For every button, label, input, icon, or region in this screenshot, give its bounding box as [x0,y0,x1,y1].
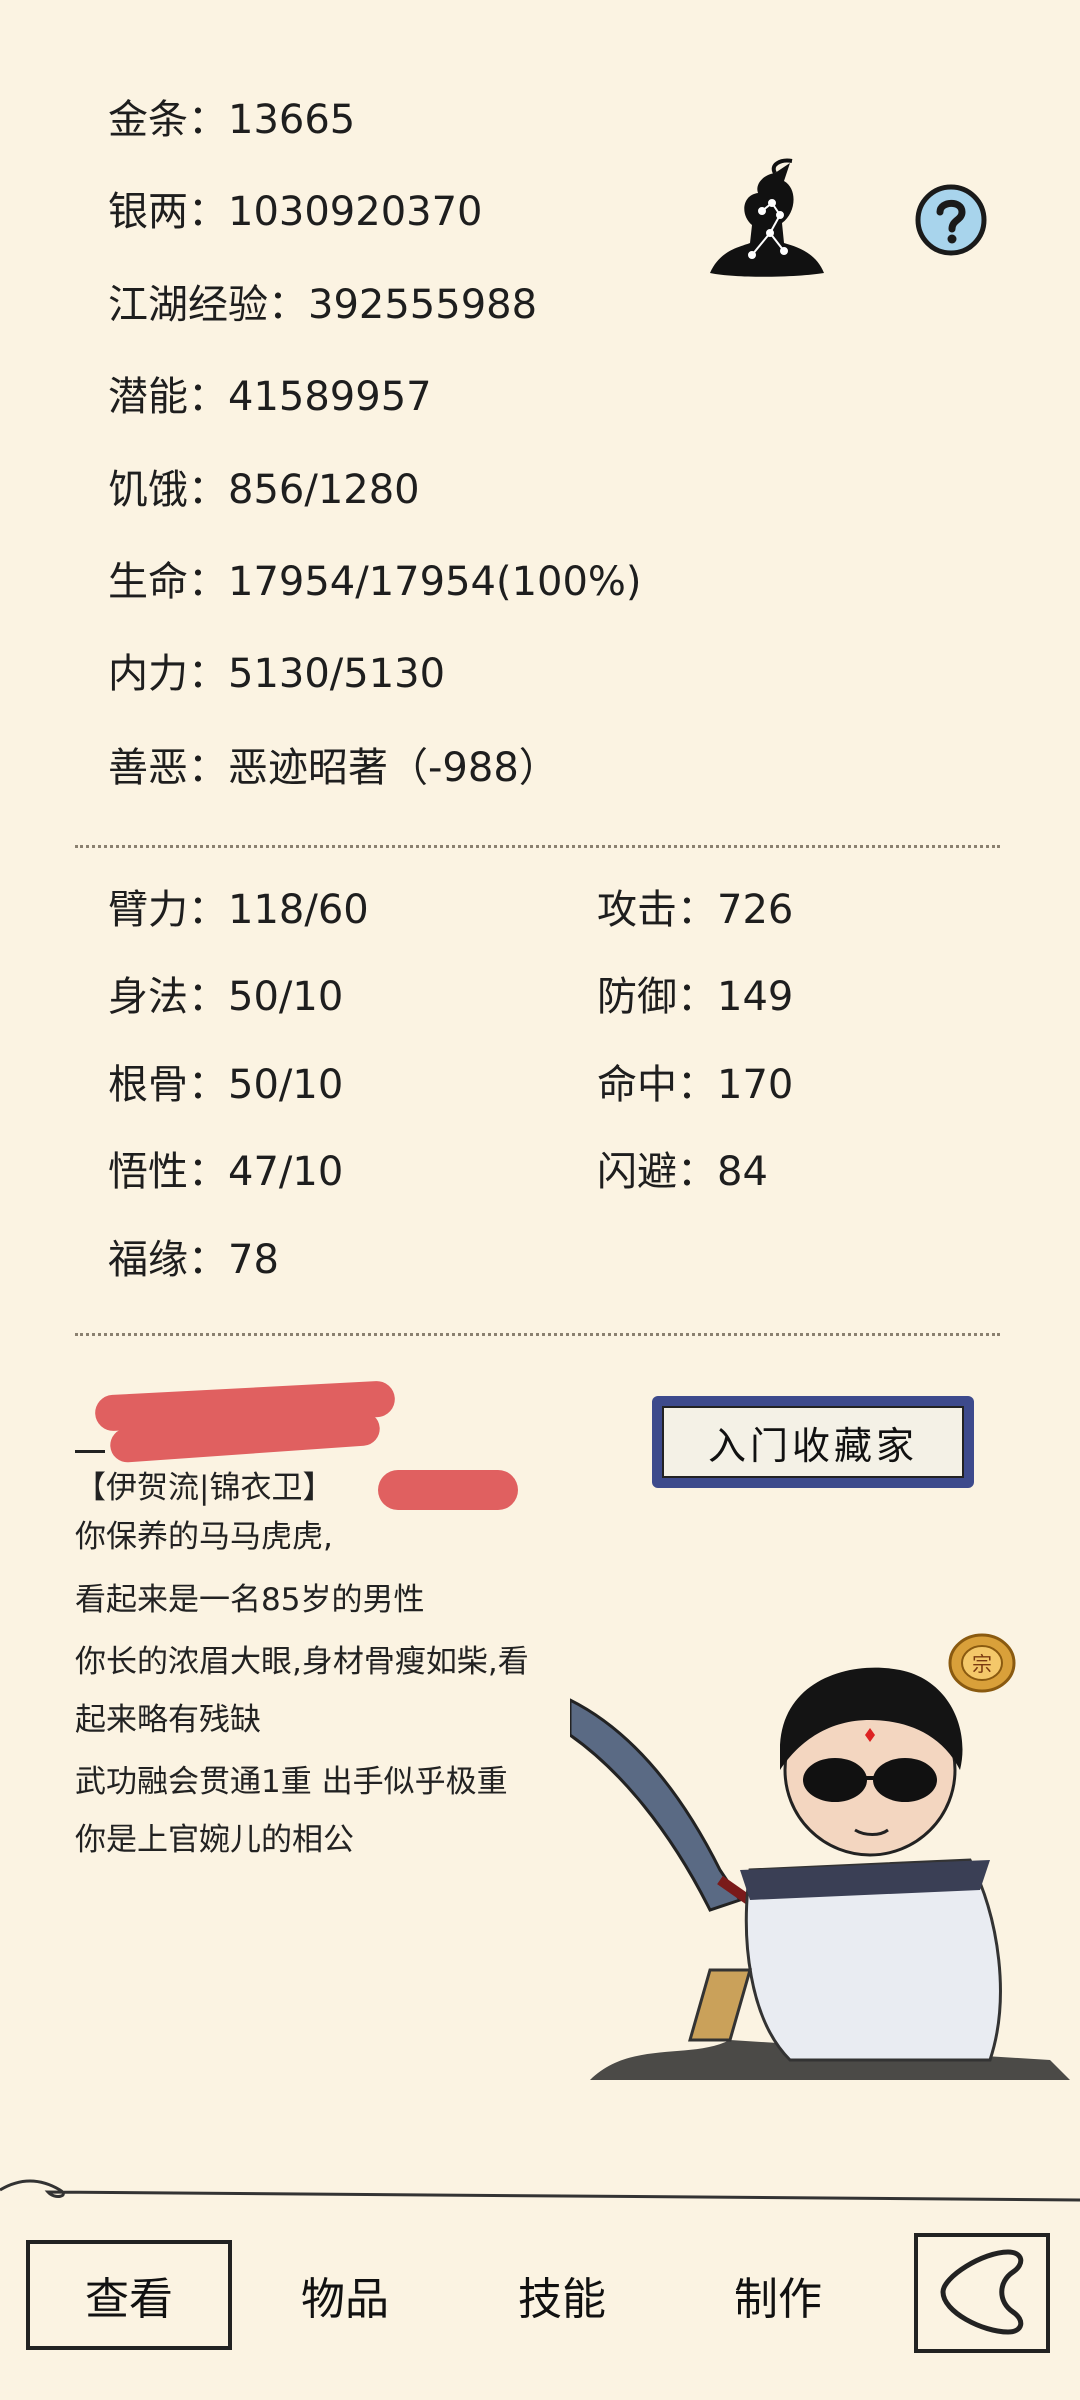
stat-hunger-value: 856/1280 [228,467,420,513]
name-underline [75,1450,105,1453]
tab-items[interactable]: 物品 [250,2240,440,2350]
tab-skills[interactable]: 技能 [467,2240,657,2350]
attr-label: 防御： [597,974,717,1020]
attr-label: 攻击： [597,887,717,933]
title-badge-label: 入门收藏家 [662,1406,964,1478]
bio-line: 起来略有残缺 [75,1702,261,1738]
attr-label: 身法： [108,974,228,1020]
attr-defense: 防御：149 [597,973,793,1021]
bio-line: 武功融会贯通1重 出手似乎极重 [75,1764,508,1800]
attr-strength: 臂力：118/60 [108,886,369,934]
back-arrow-icon[interactable] [913,2232,1051,2354]
stat-inner: 内力：5130/5130 [108,650,445,698]
bio-faction: 【伊贺流|锦衣卫】 [75,1470,334,1506]
attr-label: 福缘： [108,1237,228,1283]
stat-hunger: 饥饿：856/1280 [108,466,420,514]
stat-silver: 银两：1030920370 [108,188,483,236]
tab-skills-label: 技能 [518,2274,606,2325]
stat-gold-value: 13665 [228,97,356,143]
stat-life-label: 生命： [108,559,228,605]
attr-label: 臂力： [108,887,228,933]
tab-items-label: 物品 [301,2274,389,2325]
attr-value: 47/10 [228,1149,344,1195]
stat-exp: 江湖经验：392555988 [108,281,537,329]
attr-value: 170 [717,1062,794,1108]
stat-potential: 潜能：41589957 [108,373,432,421]
stat-karma-value: 恶迹昭著（-988） [228,745,559,791]
attr-value: 84 [717,1149,768,1195]
stat-life-value: 17954/17954(100%) [228,559,642,605]
stat-gold: 金条：13665 [108,96,355,144]
bio-line: 你是上官婉儿的相公 [75,1822,354,1858]
attr-label: 悟性： [108,1149,228,1195]
divider-top [75,845,1000,848]
attr-insight: 悟性：47/10 [108,1148,343,1196]
tab-crafting-label: 制作 [734,2274,822,2325]
bio-line: 你长的浓眉大眼,身材骨瘦如柴,看 [75,1644,529,1680]
attr-label: 闪避： [597,1149,717,1195]
stat-karma-label: 善恶： [108,745,228,791]
attr-value: 118/60 [228,887,369,933]
stat-karma: 善恶：恶迹昭著（-988） [108,744,559,792]
attr-evasion: 闪避：84 [597,1148,768,1196]
attr-value: 78 [228,1237,279,1283]
bio-line: 你保养的马马虎虎, [75,1519,333,1555]
attr-value: 50/10 [228,1062,344,1108]
help-icon[interactable] [914,183,988,257]
tab-view-label: 查看 [85,2274,173,2325]
divider-bottom [75,1333,1000,1336]
attr-value: 50/10 [228,974,344,1020]
stat-exp-value: 392555988 [308,282,538,328]
attr-label: 命中： [597,1062,717,1108]
stat-inner-label: 内力： [108,651,228,697]
attr-label: 根骨： [108,1062,228,1108]
bio-line: 看起来是一名85岁的男性 [75,1582,425,1618]
stat-gold-label: 金条： [108,97,228,143]
attr-constitution: 根骨：50/10 [108,1061,343,1109]
tab-crafting[interactable]: 制作 [683,2240,873,2350]
title-badge[interactable]: 入门收藏家 [652,1396,974,1488]
redacted-name [378,1470,518,1510]
attr-value: 149 [717,974,794,1020]
stat-exp-label: 江湖经验： [108,282,308,328]
attr-fortune: 福缘：78 [108,1236,279,1284]
attr-accuracy: 命中：170 [597,1061,793,1109]
attr-attack: 攻击：726 [597,886,793,934]
stat-silver-label: 银两： [108,189,228,235]
stat-life: 生命：17954/17954(100%) [108,558,642,606]
stat-hunger-label: 饥饿： [108,467,228,513]
stat-silver-value: 1030920370 [228,189,483,235]
tab-view[interactable]: 查看 [26,2240,232,2350]
ground-line [0,2179,1080,2202]
stat-potential-label: 潜能： [108,374,228,420]
meditating-figure-icon[interactable] [700,155,830,280]
attr-value: 726 [717,887,794,933]
attr-agility: 身法：50/10 [108,973,343,1021]
stat-potential-value: 41589957 [228,374,432,420]
character-portrait [570,1667,1070,2080]
stat-inner-value: 5130/5130 [228,651,446,697]
